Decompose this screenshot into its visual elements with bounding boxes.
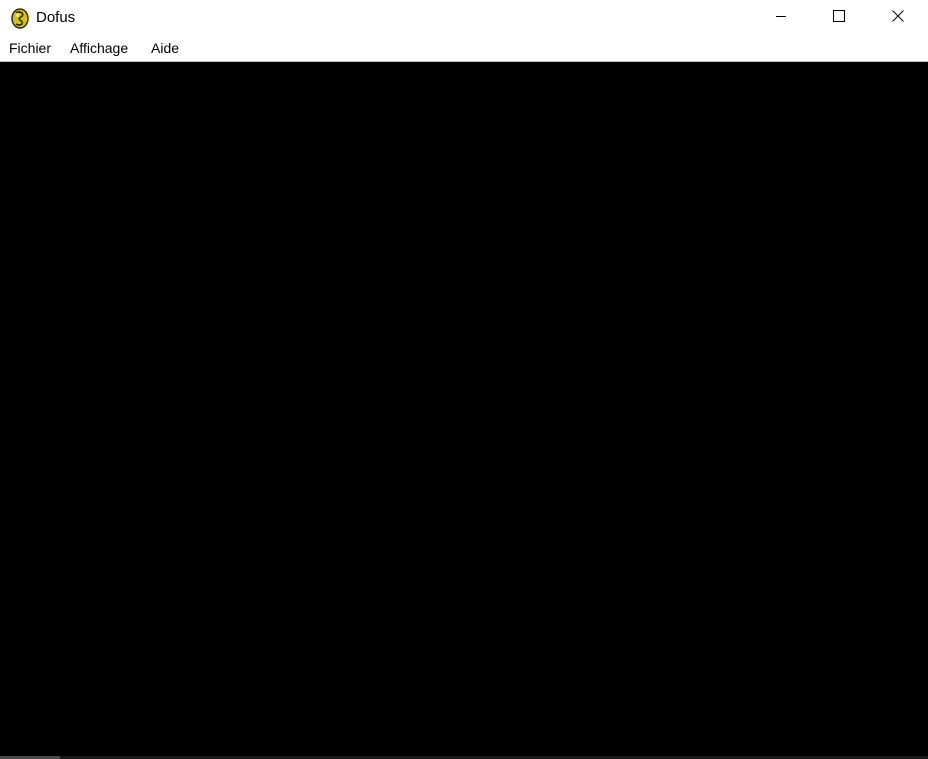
- game-canvas[interactable]: [0, 62, 928, 756]
- menu-fichier[interactable]: Fichier: [9, 36, 51, 61]
- maximize-button[interactable]: [810, 0, 868, 36]
- menu-aide[interactable]: Aide: [151, 36, 179, 61]
- maximize-icon: [833, 9, 845, 27]
- title-bar[interactable]: Dofus: [0, 0, 928, 36]
- minimize-button[interactable]: [752, 0, 810, 36]
- menu-affichage[interactable]: Affichage: [70, 36, 128, 61]
- close-button[interactable]: [869, 0, 927, 36]
- close-icon: [892, 9, 904, 27]
- minimize-icon: [775, 9, 787, 27]
- app-window: Dofus Fichier Affichage Aide: [0, 0, 928, 759]
- menu-bar: Fichier Affichage Aide: [0, 36, 928, 61]
- window-title: Dofus: [36, 9, 76, 26]
- dofus-egg-icon: [10, 7, 30, 29]
